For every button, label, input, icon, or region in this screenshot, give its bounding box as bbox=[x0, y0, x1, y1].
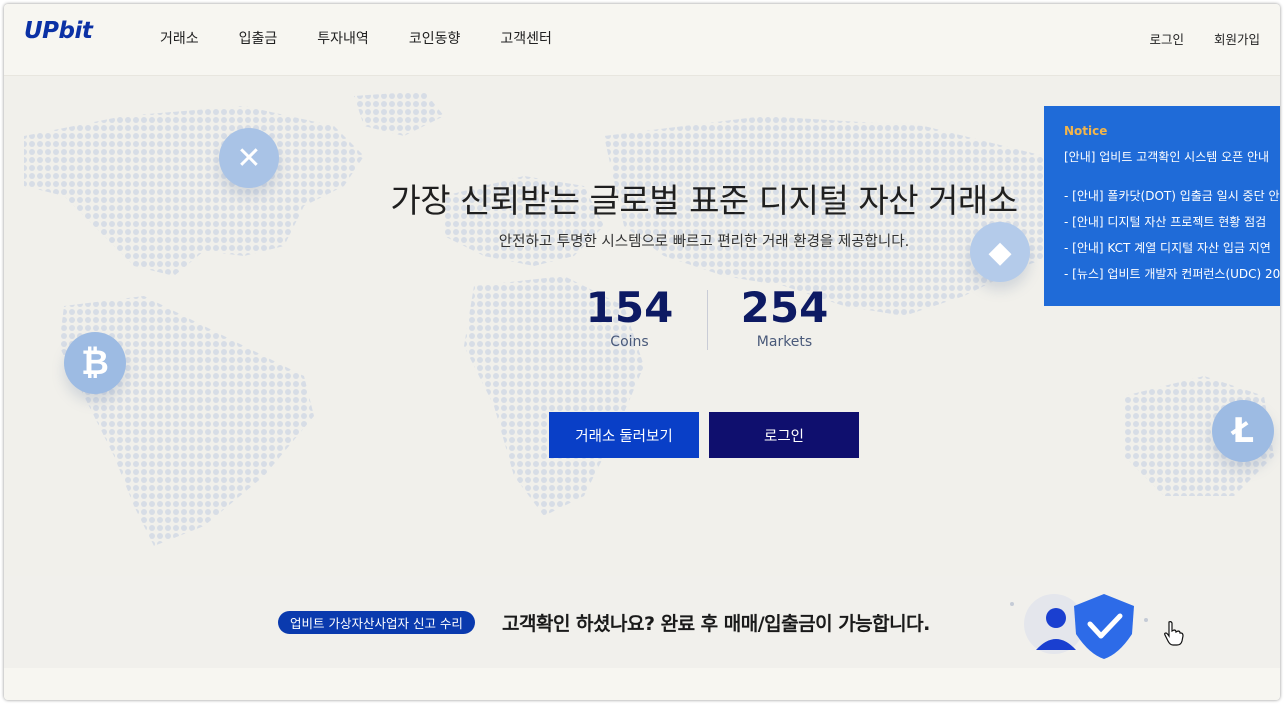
notice-list: [안내] 폴카닷(DOT) 입출금 일시 중단 안내 [안내] 디지털 자산 프… bbox=[1064, 187, 1280, 282]
notice-panel: Notice [안내] 업비트 고객확인 시스템 오픈 안내 [안내] 폴카닷(… bbox=[1044, 106, 1280, 306]
notice-item[interactable]: [뉴스] 업비트 개발자 컨퍼런스(UDC) 2021 bbox=[1064, 265, 1280, 282]
hero-section: ✕ ₿ ◆ Ł 가장 신뢰받는 글로벌 표준 디지털 자산 거래소 안전하고 투… bbox=[4, 76, 1280, 576]
auth-links: 로그인 회원가입 bbox=[1149, 29, 1260, 48]
nav-coin-trends[interactable]: 코인동향 bbox=[409, 28, 461, 48]
stat-coins: 154 Coins bbox=[552, 284, 707, 354]
hero-title: 가장 신뢰받는 글로벌 표준 디지털 자산 거래소 bbox=[390, 181, 1018, 220]
nav-exchange[interactable]: 거래소 bbox=[160, 28, 199, 48]
main-nav: 거래소 입출금 투자내역 코인동향 고객센터 bbox=[160, 28, 592, 48]
bitcoin-icon: ₿ bbox=[64, 332, 126, 394]
stat-coins-label: Coins bbox=[610, 334, 649, 350]
notice-item[interactable]: [안내] 폴카닷(DOT) 입출금 일시 중단 안내 bbox=[1064, 187, 1280, 204]
header-signup-link[interactable]: 회원가입 bbox=[1214, 29, 1260, 48]
litecoin-icon: Ł bbox=[1212, 400, 1274, 462]
notice-headline[interactable]: [안내] 업비트 고객확인 시스템 오픈 안내 bbox=[1064, 148, 1280, 165]
hand-cursor-icon bbox=[1164, 621, 1184, 646]
kyc-banner[interactable]: 업비트 가상자산사업자 신고 수리 고객확인 하셨나요? 완료 후 매매/입출금… bbox=[4, 576, 1280, 668]
notice-item[interactable]: [안내] 디지털 자산 프로젝트 현황 점검 bbox=[1064, 213, 1280, 230]
stat-markets-label: Markets bbox=[756, 334, 813, 350]
hero-subtitle: 안전하고 투명한 시스템으로 빠르고 편리한 거래 환경을 제공합니다. bbox=[498, 234, 910, 250]
bottom-strip bbox=[4, 668, 1280, 700]
upbit-logo[interactable]: UPbit bbox=[24, 18, 93, 44]
stat-markets: 254 Markets bbox=[707, 284, 862, 354]
explore-exchange-button[interactable]: 거래소 둘러보기 bbox=[549, 412, 699, 458]
top-header: UPbit 거래소 입출금 투자내역 코인동향 고객센터 로그인 회원가입 bbox=[4, 4, 1280, 76]
stats-block: 154 Coins 254 Markets bbox=[552, 284, 862, 354]
stat-markets-value: 254 bbox=[740, 283, 829, 332]
nav-customer-center[interactable]: 고객센터 bbox=[500, 28, 552, 48]
browser-page: UPbit 거래소 입출금 투자내역 코인동향 고객센터 로그인 회원가입 ✕ … bbox=[4, 4, 1280, 700]
notice-title: Notice bbox=[1064, 124, 1108, 138]
header-login-link[interactable]: 로그인 bbox=[1149, 29, 1184, 48]
xrp-icon: ✕ bbox=[219, 128, 279, 188]
nav-deposit-withdraw[interactable]: 입출금 bbox=[239, 28, 278, 48]
nav-investments[interactable]: 투자내역 bbox=[317, 28, 369, 48]
registration-badge: 업비트 가상자산사업자 신고 수리 bbox=[278, 611, 475, 634]
hero-login-button[interactable]: 로그인 bbox=[709, 412, 859, 458]
notice-item[interactable]: [안내] KCT 계열 디지털 자산 입금 지연 bbox=[1064, 239, 1280, 256]
stat-coins-value: 154 bbox=[585, 283, 674, 332]
hero-heading-block: 가장 신뢰받는 글로벌 표준 디지털 자산 거래소 안전하고 투명한 시스템으로… bbox=[304, 174, 1104, 251]
stats-divider bbox=[707, 290, 708, 350]
banner-text: 고객확인 하셨나요? 완료 후 매매/입출금이 가능합니다. bbox=[502, 613, 930, 635]
user-shield-illustration bbox=[1010, 594, 1148, 659]
